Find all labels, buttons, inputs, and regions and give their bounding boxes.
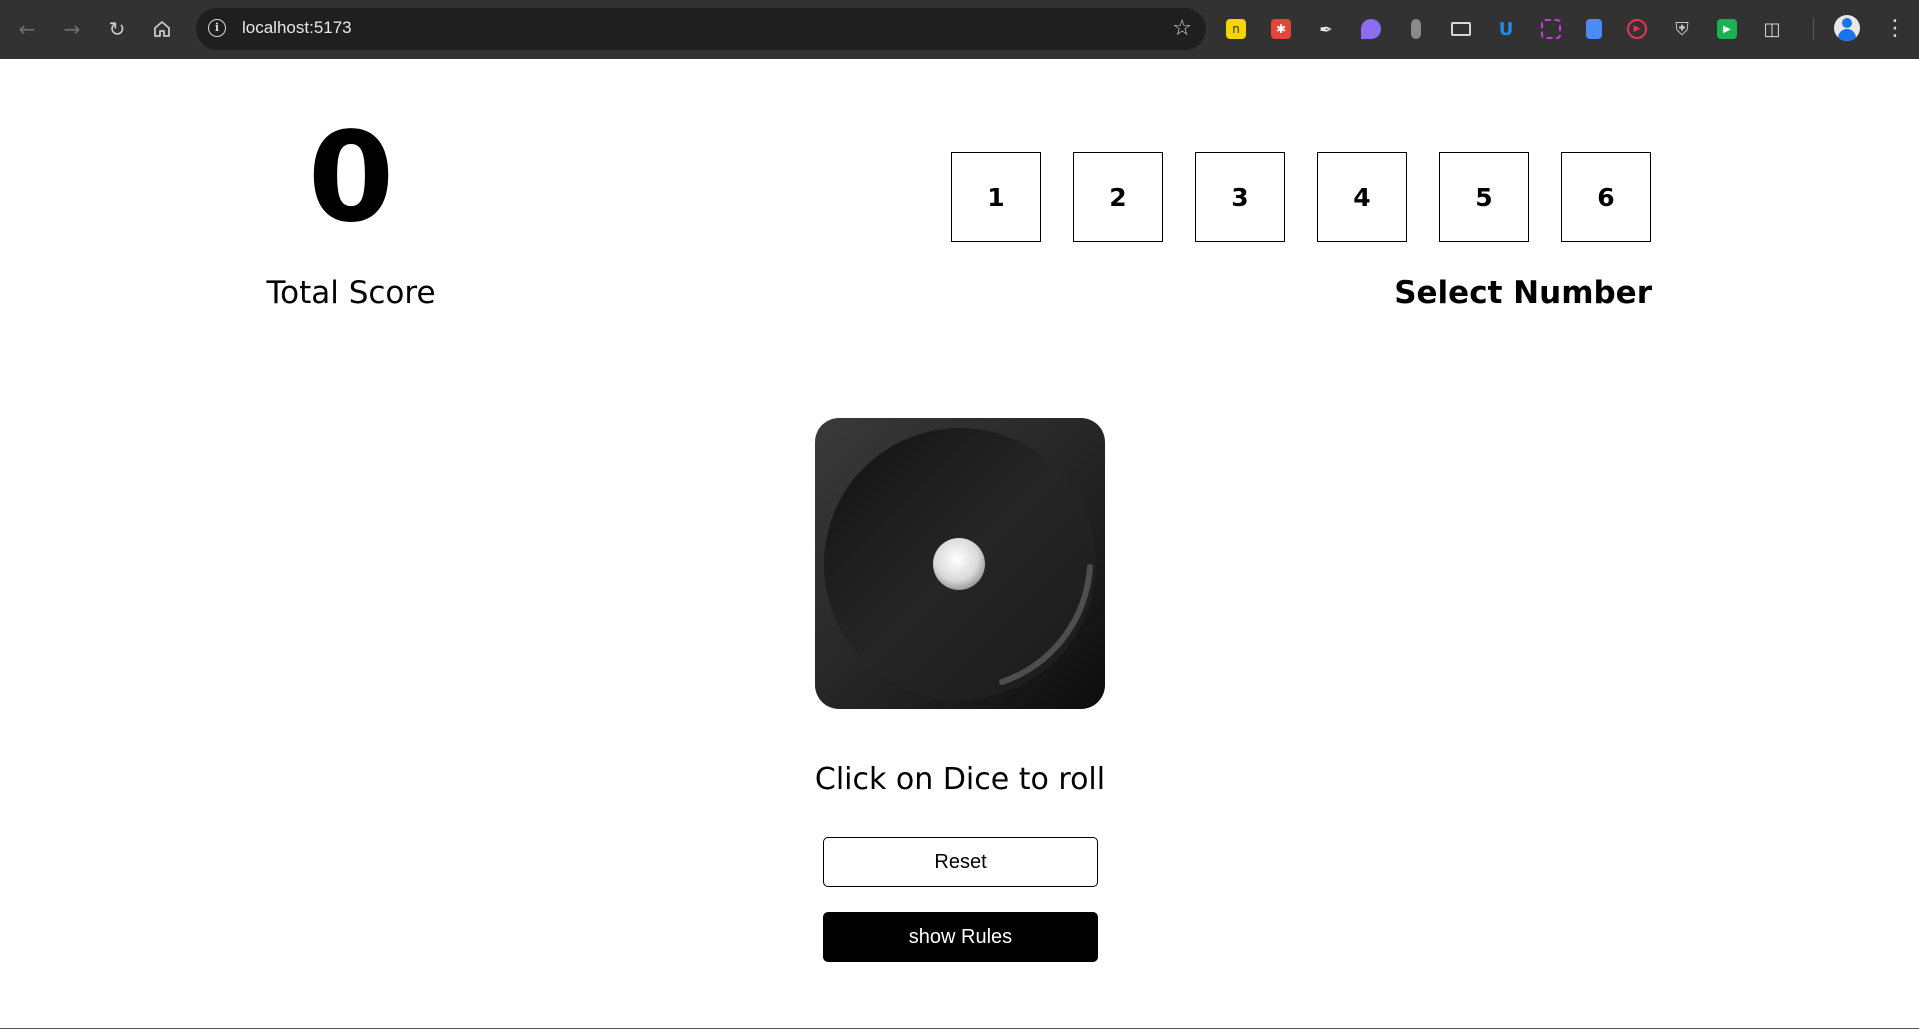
browser-toolbar: ← → ↻ i localhost:5173 ☆ n ✱ ✒ U ▶ ⛨ ▶ ◫…	[0, 0, 1919, 59]
u-extension-icon[interactable]: U	[1496, 19, 1516, 40]
forward-icon[interactable]: →	[57, 14, 87, 44]
document-extension-icon[interactable]	[1586, 19, 1602, 39]
roll-hint-text: Click on Dice to roll	[814, 762, 1106, 797]
address-bar[interactable]: i localhost:5173 ☆	[196, 8, 1206, 50]
number-button-1[interactable]: 1	[951, 152, 1041, 242]
eyedropper-icon[interactable]: ✒	[1316, 19, 1336, 39]
site-info-icon[interactable]: i	[208, 19, 226, 37]
profile-avatar[interactable]	[1834, 15, 1860, 41]
number-button-2[interactable]: 2	[1073, 152, 1163, 242]
reload-icon[interactable]: ↻	[102, 14, 132, 44]
menu-kebab-icon[interactable]: ⋮	[1884, 14, 1906, 44]
dice-face-one-icon	[815, 418, 1105, 709]
picture-in-picture-icon[interactable]	[1451, 22, 1471, 36]
home-icon[interactable]	[147, 14, 177, 44]
back-icon[interactable]: ←	[12, 14, 42, 44]
extensions-puzzle-icon[interactable]: ◫	[1762, 19, 1782, 40]
dice-button[interactable]	[814, 417, 1106, 710]
toolbar-separator	[1813, 18, 1814, 40]
puzzle-red-extension-icon[interactable]: ✱	[1271, 19, 1291, 39]
number-button-5[interactable]: 5	[1439, 152, 1529, 242]
address-url[interactable]: localhost:5173	[242, 18, 352, 38]
feather-extension-icon[interactable]	[1361, 19, 1381, 39]
shield-extension-icon[interactable]: ⛨	[1672, 19, 1692, 40]
record-extension-icon[interactable]: ▶	[1627, 19, 1647, 39]
total-score-value: 0	[307, 106, 395, 250]
number-button-4[interactable]: 4	[1317, 152, 1407, 242]
notes-extension-icon[interactable]: n	[1226, 19, 1246, 39]
select-number-label: Select Number	[1394, 275, 1652, 311]
show-rules-button[interactable]: show Rules	[823, 912, 1098, 962]
extensions-bar: n ✱ ✒ U ▶ ⛨ ▶ ◫	[1226, 14, 1807, 44]
bookmark-star-icon[interactable]: ☆	[1172, 16, 1192, 41]
number-button-6[interactable]: 6	[1561, 152, 1651, 242]
dropper-grey-extension-icon[interactable]	[1411, 19, 1421, 39]
screen-capture-icon[interactable]	[1541, 19, 1561, 39]
number-button-3[interactable]: 3	[1195, 152, 1285, 242]
play-extension-icon[interactable]: ▶	[1717, 19, 1737, 39]
total-score-label: Total Score	[266, 275, 436, 311]
reset-button[interactable]: Reset	[823, 837, 1098, 887]
